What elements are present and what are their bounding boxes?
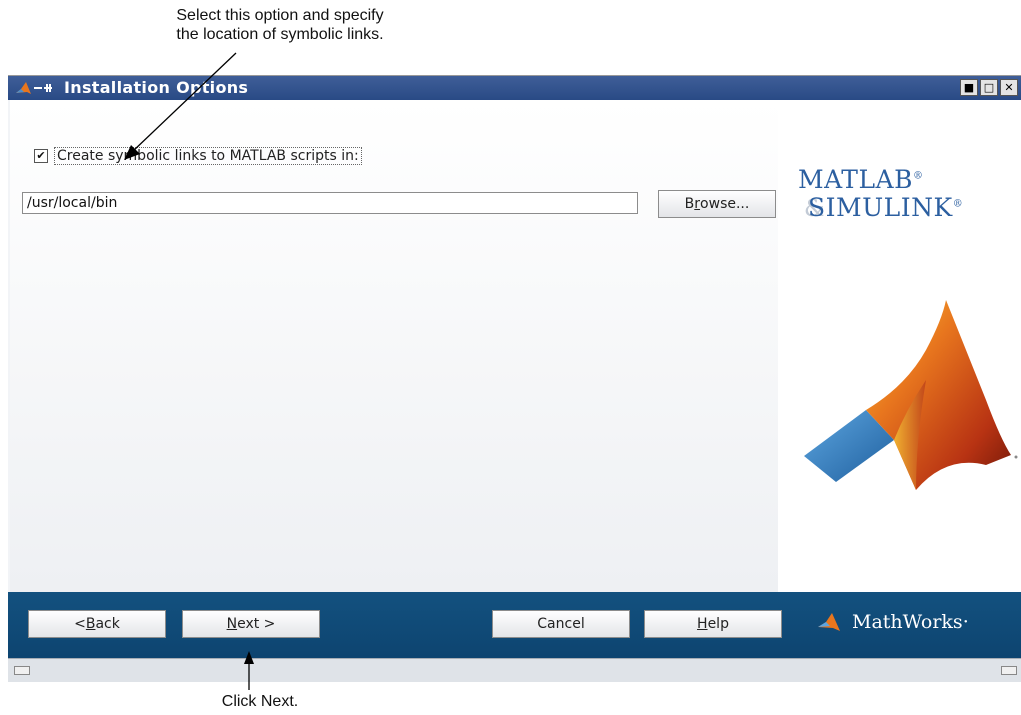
mathworks-brand: MathWorks · (816, 611, 969, 633)
wizard-footer: < Back Next > Cancel Help MathWorks · (8, 592, 1021, 658)
window-statusbar (8, 658, 1021, 682)
annotation-callout-bottom: Click Next. (221, 693, 299, 710)
cancel-button[interactable]: Cancel (492, 610, 630, 638)
window-titlebar[interactable]: Installation Options ■ □ ✕ (8, 76, 1021, 100)
browse-label-pre: B (684, 196, 695, 212)
help-label-post: elp (707, 616, 729, 632)
browse-label-post: owse... (700, 196, 750, 212)
simulink-text: SIMULINK (808, 193, 953, 222)
back-label-mnemonic: B (85, 616, 96, 632)
create-links-checkbox[interactable]: ✔ (34, 149, 48, 163)
create-links-option[interactable]: ✔ Create symbolic links to MATLAB script… (34, 147, 362, 165)
next-label-post: ext > (237, 616, 276, 632)
help-button[interactable]: Help (644, 610, 782, 638)
simulink-registered-mark: ® (952, 198, 964, 210)
annotation-callout-top: Select this option and specify the locat… (130, 6, 430, 44)
help-label-mnemonic: H (697, 616, 708, 632)
back-label-post: ack (95, 616, 120, 632)
back-button[interactable]: < Back (28, 610, 166, 638)
next-label-mnemonic: N (226, 616, 238, 632)
matlab-registered-mark: ® (913, 170, 924, 182)
back-label-pre: < (74, 616, 86, 632)
resize-grip-left[interactable] (14, 666, 30, 675)
maximize-button[interactable]: □ (980, 79, 998, 96)
mathworks-mark: · (962, 611, 969, 633)
symlink-path-input[interactable] (22, 192, 638, 214)
matlab-simulink-logo-panel: MATLAB® & SIMULINK® (778, 100, 1021, 592)
matlab-app-icon (14, 79, 56, 101)
mathworks-text: MathWorks (852, 611, 963, 633)
annotation-line-1: Select this option and specify (176, 7, 384, 24)
resize-grip-right[interactable] (1001, 666, 1017, 675)
installer-window: Installation Options ■ □ ✕ ✔ Create symb… (8, 75, 1021, 682)
annotation-line-2: the location of symbolic links. (176, 26, 384, 43)
matlab-membrane-logo-icon (804, 300, 1018, 490)
checkmark-icon: ✔ (36, 149, 46, 162)
browse-button[interactable]: Br owse... (658, 190, 776, 218)
options-panel: ✔ Create symbolic links to MATLAB script… (10, 100, 778, 592)
simulink-wordmark: SIMULINK® (808, 193, 963, 222)
window-controls: ■ □ ✕ (960, 79, 1018, 96)
window-title: Installation Options (64, 78, 249, 97)
matlab-text: MATLAB (798, 165, 913, 194)
close-button[interactable]: ✕ (1000, 79, 1018, 96)
minimize-button[interactable]: ■ (960, 79, 978, 96)
create-links-label[interactable]: Create symbolic links to MATLAB scripts … (54, 147, 362, 165)
mathworks-logo-icon (818, 613, 840, 631)
next-button[interactable]: Next > (182, 610, 320, 638)
matlab-wordmark: MATLAB® (798, 165, 924, 194)
